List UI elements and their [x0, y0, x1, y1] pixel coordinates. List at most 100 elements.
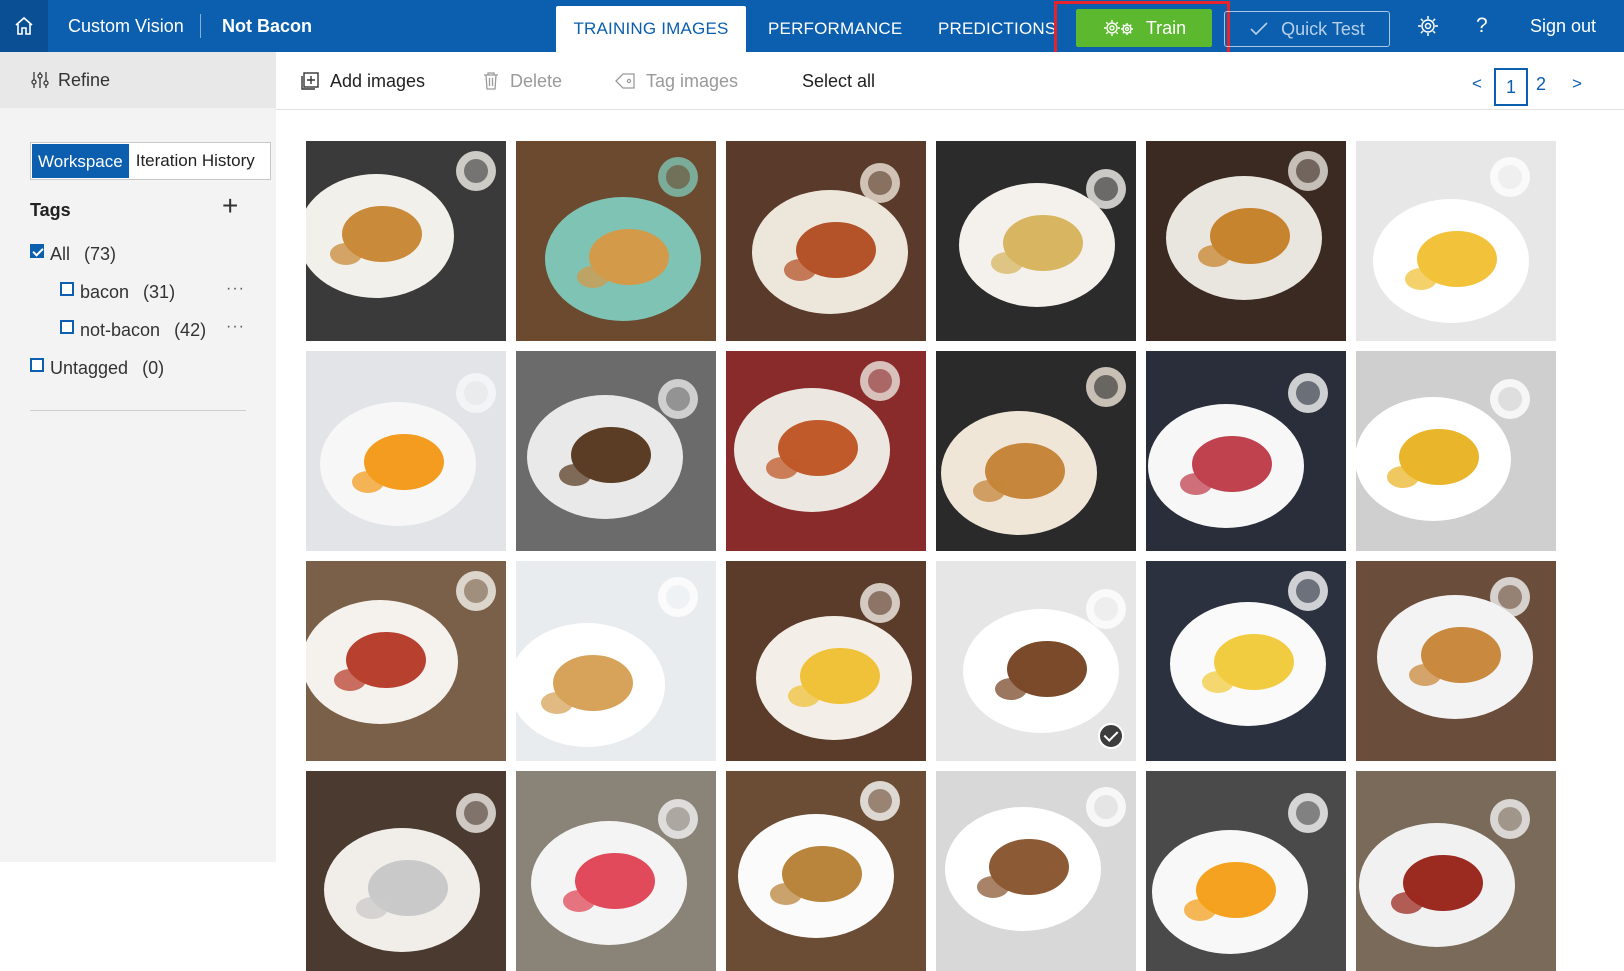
view-segment-control: Workspace Iteration History: [30, 142, 271, 180]
training-image-tile[interactable]: [516, 141, 716, 341]
checkbox-all[interactable]: [30, 243, 44, 258]
food-photo-thumbnail: [1146, 561, 1346, 761]
refine-button[interactable]: Refine: [0, 52, 276, 108]
train-label: Train: [1145, 17, 1187, 38]
tag-label: bacon: [80, 282, 130, 302]
training-image-tile[interactable]: [936, 771, 1136, 971]
training-image-tile[interactable]: [1146, 771, 1346, 971]
training-image-tile[interactable]: [936, 141, 1136, 341]
food-photo-thumbnail: [936, 351, 1136, 551]
tag-more-menu-not-bacon[interactable]: ···: [226, 318, 245, 336]
check-icon: [1250, 22, 1268, 36]
food-photo-thumbnail: [1356, 351, 1556, 551]
top-nav-bar: Custom Vision Not Bacon TRAINING IMAGES …: [0, 0, 1624, 69]
tag-icon: [615, 73, 635, 89]
selected-check-icon[interactable]: [1098, 723, 1124, 749]
training-image-tile[interactable]: [1356, 351, 1556, 551]
pagination-page-1[interactable]: 1: [1494, 68, 1528, 106]
tag-item-not-bacon[interactable]: not-bacon (42): [60, 319, 206, 341]
tag-item-untagged[interactable]: Untagged (0): [30, 357, 165, 379]
segment-workspace[interactable]: Workspace: [31, 143, 130, 179]
select-all-button[interactable]: Select all: [802, 52, 875, 110]
food-photo-thumbnail: [726, 141, 926, 341]
tag-label: Untagged: [50, 358, 129, 378]
food-photo-thumbnail: [306, 561, 506, 761]
settings-gear-icon[interactable]: [1416, 14, 1440, 38]
training-image-tile[interactable]: [726, 351, 926, 551]
food-photo-thumbnail: [1146, 771, 1346, 971]
training-image-tile[interactable]: [1146, 561, 1346, 761]
tag-label: not-bacon: [80, 320, 161, 340]
checkbox-untagged[interactable]: [30, 357, 44, 372]
training-image-tile[interactable]: [1356, 561, 1556, 761]
food-photo-thumbnail: [516, 561, 716, 761]
training-image-tile[interactable]: [1146, 351, 1346, 551]
training-image-tile[interactable]: [726, 561, 926, 761]
food-photo-thumbnail: [936, 771, 1136, 971]
tags-heading: Tags: [30, 200, 71, 220]
training-image-tile[interactable]: [306, 771, 506, 971]
brand-title[interactable]: Custom Vision: [68, 0, 184, 52]
food-photo-thumbnail: [726, 771, 926, 971]
training-image-tile[interactable]: [516, 771, 716, 971]
tag-count: (0): [142, 358, 165, 378]
food-photo-thumbnail: [306, 351, 506, 551]
project-name[interactable]: Not Bacon: [222, 0, 312, 52]
quick-test-label: Quick Test: [1281, 18, 1365, 39]
checkbox-not-bacon[interactable]: [60, 319, 74, 334]
training-image-tile[interactable]: [726, 771, 926, 971]
checkbox-bacon[interactable]: [60, 281, 74, 296]
food-photo-thumbnail: [936, 141, 1136, 341]
tag-label: All: [50, 244, 71, 264]
add-images-label: Add images: [330, 70, 426, 91]
training-image-tile[interactable]: [726, 141, 926, 341]
tab-predictions[interactable]: PREDICTIONS: [938, 6, 1056, 52]
sidebar: Refine Workspace Iteration History Tags …: [0, 52, 276, 862]
tag-images-label: Tag images: [646, 70, 739, 91]
delete-button[interactable]: Delete: [482, 52, 562, 110]
training-image-tile[interactable]: [306, 561, 506, 761]
training-image-tile[interactable]: [516, 561, 716, 761]
refine-label: Refine: [58, 69, 111, 90]
tag-images-button[interactable]: Tag images: [614, 52, 738, 110]
tag-count: (73): [84, 244, 117, 264]
pagination-prev[interactable]: <: [1472, 74, 1482, 94]
food-photo-thumbnail: [1356, 141, 1556, 341]
food-photo-thumbnail: [306, 771, 506, 971]
training-image-tile[interactable]: [516, 351, 716, 551]
segment-iteration-history[interactable]: Iteration History: [130, 143, 270, 179]
training-image-tile[interactable]: [936, 561, 1136, 761]
tab-training-images[interactable]: TRAINING IMAGES: [556, 6, 746, 52]
training-image-tile[interactable]: [936, 351, 1136, 551]
food-photo-thumbnail: [516, 771, 716, 971]
food-photo-thumbnail: [516, 351, 716, 551]
pagination-page-2[interactable]: 2: [1536, 74, 1546, 95]
help-button[interactable]: ?: [1476, 0, 1488, 52]
select-all-label: Select all: [802, 70, 876, 91]
gears-icon: [1103, 20, 1133, 36]
tag-item-bacon[interactable]: bacon (31): [60, 281, 175, 303]
add-images-button[interactable]: Add images: [300, 52, 425, 110]
training-image-tile[interactable]: [1356, 771, 1556, 971]
training-image-grid: [306, 141, 1560, 971]
home-button[interactable]: [0, 0, 48, 52]
tag-more-menu-bacon[interactable]: ···: [226, 280, 245, 298]
quick-test-button[interactable]: Quick Test: [1224, 11, 1390, 47]
training-image-tile[interactable]: [1356, 141, 1556, 341]
tag-item-all[interactable]: All (73): [30, 243, 117, 265]
add-images-icon: [301, 72, 319, 90]
food-photo-thumbnail: [726, 561, 926, 761]
sign-out-link[interactable]: Sign out: [1530, 0, 1596, 52]
training-image-tile[interactable]: [306, 141, 506, 341]
food-photo-thumbnail: [1146, 141, 1346, 341]
food-photo-thumbnail: [726, 351, 926, 551]
home-icon: [15, 16, 33, 35]
training-image-tile[interactable]: [1146, 141, 1346, 341]
training-image-tile[interactable]: [306, 351, 506, 551]
add-tag-button[interactable]: +: [222, 192, 238, 220]
tab-performance[interactable]: PERFORMANCE: [768, 6, 902, 52]
brand-divider: [200, 14, 201, 38]
food-photo-thumbnail: [306, 141, 506, 341]
train-button[interactable]: Train: [1076, 9, 1212, 47]
pagination-next[interactable]: >: [1572, 74, 1582, 94]
